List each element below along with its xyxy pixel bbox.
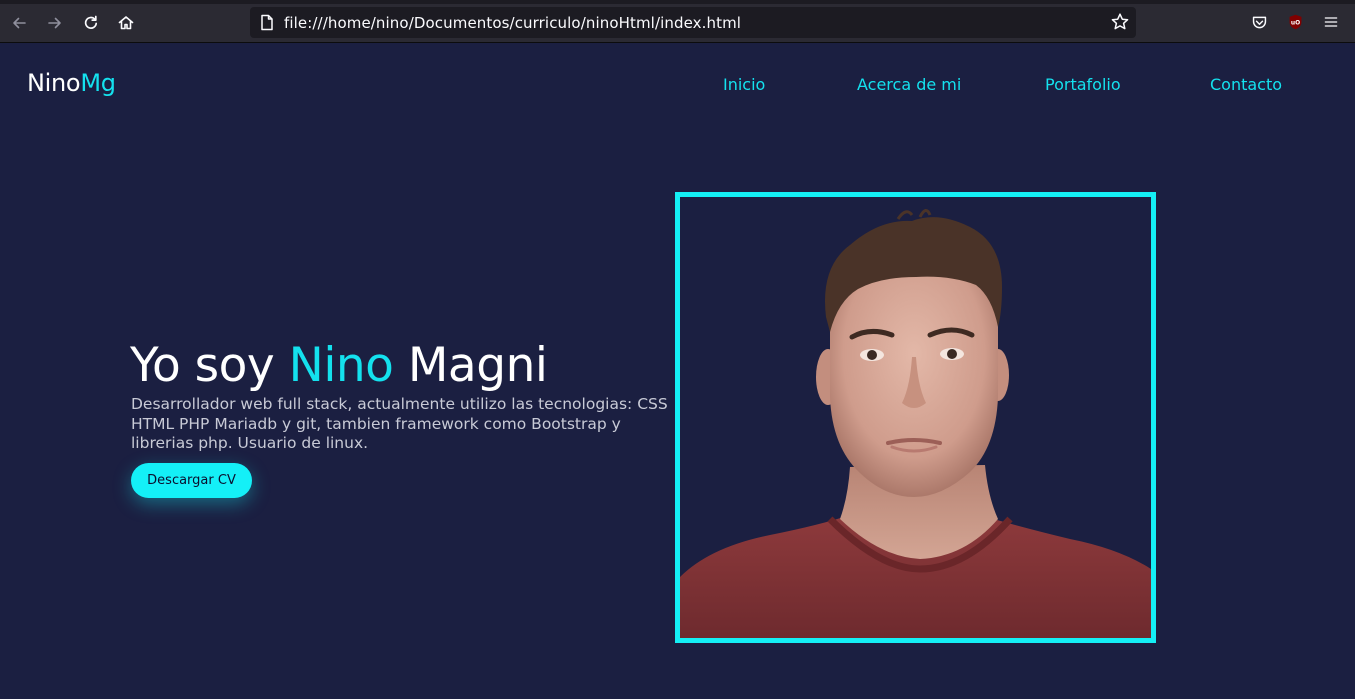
forward-arrow-icon xyxy=(48,17,61,29)
page-icon xyxy=(261,14,273,31)
reload-icon xyxy=(84,15,98,29)
hero-title-accent: Nino xyxy=(288,338,394,393)
site-logo[interactable]: NinoMg xyxy=(27,69,116,97)
forward-button[interactable] xyxy=(40,8,70,38)
page-content: NinoMg Inicio Acerca de mi Portafolio Co… xyxy=(0,43,1355,699)
reload-button[interactable] xyxy=(76,8,106,38)
ublock-origin-icon: uO xyxy=(1289,14,1301,30)
pocket-icon xyxy=(1252,16,1266,28)
hero-title: Yo soy Nino Magni xyxy=(130,338,548,393)
hero-title-suffix: Magni xyxy=(393,338,548,393)
hamburger-menu-icon xyxy=(1324,17,1338,27)
ublock-extension-button[interactable]: uO xyxy=(1284,11,1306,33)
tab-strip xyxy=(0,0,1355,4)
svg-text:uO: uO xyxy=(1290,20,1299,27)
browser-toolbar: file:///home/nino/Documentos/curriculo/n… xyxy=(0,0,1355,43)
hero-title-prefix: Yo soy xyxy=(130,338,289,393)
home-icon xyxy=(118,16,134,30)
profile-photo-frame xyxy=(675,192,1156,643)
url-bar[interactable]: file:///home/nino/Documentos/curriculo/n… xyxy=(250,7,1136,38)
nav-link-inicio[interactable]: Inicio xyxy=(723,75,765,94)
url-text[interactable]: file:///home/nino/Documentos/curriculo/n… xyxy=(284,14,741,32)
hero-description: Desarrollador web full stack, actualment… xyxy=(131,395,668,452)
back-arrow-icon xyxy=(13,17,26,29)
pocket-button[interactable] xyxy=(1248,11,1270,33)
profile-photo xyxy=(680,209,1151,638)
home-button[interactable] xyxy=(111,8,141,38)
nav-link-portafolio[interactable]: Portafolio xyxy=(1045,75,1121,94)
download-cv-button[interactable]: Descargar CV xyxy=(131,463,252,498)
nav-link-acerca[interactable]: Acerca de mi xyxy=(857,75,961,94)
back-button[interactable] xyxy=(4,8,34,38)
logo-accent: Mg xyxy=(80,69,116,97)
nav-link-contacto[interactable]: Contacto xyxy=(1210,75,1282,94)
star-icon[interactable] xyxy=(1110,12,1130,32)
logo-main: Nino xyxy=(27,69,81,97)
menu-button[interactable] xyxy=(1320,11,1342,33)
